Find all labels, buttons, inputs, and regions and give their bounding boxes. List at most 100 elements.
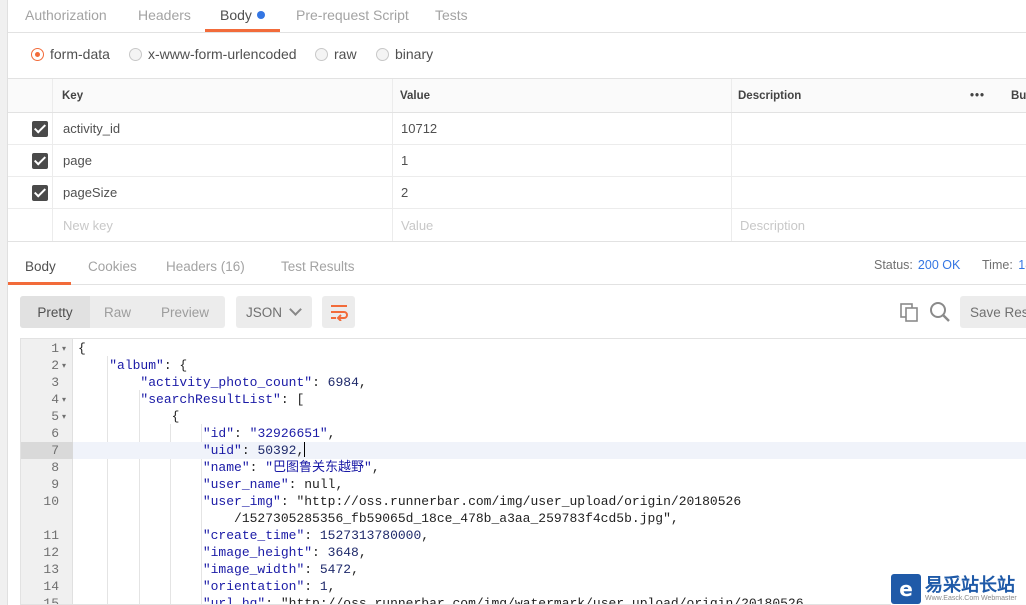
- code-line: 5 ▾ {: [21, 408, 1026, 425]
- param-value[interactable]: 1: [401, 145, 408, 176]
- line-number: 13: [43, 562, 59, 577]
- copy-button[interactable]: [897, 300, 921, 324]
- code-text: {: [78, 409, 180, 424]
- tab-pre-request-script[interactable]: Pre-request Script: [296, 7, 409, 23]
- code-text: "orientation": 1,: [202, 579, 336, 594]
- code-line: 11 "create_time": 1527313780000,: [21, 527, 1026, 544]
- table-row: pageSize 2: [8, 177, 1026, 209]
- radio-raw[interactable]: raw: [315, 46, 357, 62]
- watermark-subtitle: Www.Easck.Com Webmaster: [925, 594, 1017, 602]
- table-row: activity_id 10712: [8, 113, 1026, 145]
- radio-binary[interactable]: binary: [376, 46, 433, 62]
- param-key[interactable]: activity_id: [63, 113, 120, 144]
- code-line: 8 "name": "巴图鲁关东越野",: [21, 459, 1026, 476]
- code-line: /1527305285356_fb59065d_18ce_478b_a3aa_2…: [21, 510, 1026, 527]
- table-row: page 1: [8, 145, 1026, 177]
- param-key[interactable]: pageSize: [63, 177, 117, 208]
- line-number: 12: [43, 545, 59, 560]
- new-description-input[interactable]: Description: [740, 209, 805, 241]
- code-line: 1 ▾{: [21, 340, 1026, 357]
- code-text: {: [78, 341, 86, 356]
- code-line: 15 "url_hq": "http://oss.runnerbar.com/i…: [21, 595, 1026, 605]
- new-key-input[interactable]: New key: [63, 209, 113, 241]
- code-line: 13 "image_width": 5472,: [21, 561, 1026, 578]
- bulk-edit-link[interactable]: Bu: [1011, 79, 1026, 112]
- search-button[interactable]: [928, 300, 952, 324]
- watermark: e 易采站长站 Www.Easck.Com Webmaster: [891, 573, 1026, 605]
- code-line: 7 "uid": 50392,: [21, 442, 1026, 459]
- format-select-value: JSON: [246, 304, 283, 320]
- code-line: 9 "user_name": null,: [21, 476, 1026, 493]
- watermark-logo-icon: e: [891, 574, 921, 604]
- line-number: 14: [43, 579, 59, 594]
- radio-form-data[interactable]: form-data: [31, 46, 110, 62]
- view-pretty-button[interactable]: Pretty: [20, 296, 90, 328]
- tab-headers[interactable]: Headers: [138, 7, 191, 23]
- radio-icon: [315, 47, 328, 61]
- code-text: "activity_photo_count": 6984,: [140, 375, 367, 390]
- line-number: 8: [51, 460, 59, 475]
- response-tab-test-results[interactable]: Test Results: [281, 259, 355, 274]
- fold-toggle-icon[interactable]: ▾: [62, 409, 66, 426]
- view-raw-button[interactable]: Raw: [90, 296, 145, 328]
- row-checkbox[interactable]: [32, 113, 48, 144]
- response-tab-headers[interactable]: Headers (16): [166, 259, 245, 274]
- tab-body-label: Body: [220, 7, 252, 23]
- fold-toggle-icon[interactable]: ▾: [62, 358, 66, 375]
- format-select[interactable]: JSON: [236, 296, 312, 328]
- row-checkbox[interactable]: [32, 145, 48, 176]
- response-tab-body[interactable]: Body: [25, 259, 56, 274]
- new-param-row: New key Value Description: [8, 209, 1026, 241]
- view-mode-switcher: Pretty Raw Preview: [20, 296, 225, 328]
- wrap-lines-button[interactable]: [322, 296, 355, 328]
- code-line: 12 "image_height": 3648,: [21, 544, 1026, 561]
- active-tab-indicator: [205, 29, 280, 32]
- save-response-button[interactable]: Save Resp: [960, 296, 1026, 328]
- response-tab-headers-label: Headers: [166, 259, 218, 274]
- modified-dot-icon: [256, 11, 265, 19]
- tab-authorization[interactable]: Authorization: [25, 7, 107, 23]
- radio-form-data-label: form-data: [50, 46, 110, 62]
- column-header-key: Key: [62, 89, 84, 102]
- line-number: 15: [43, 596, 59, 605]
- radio-raw-label: raw: [334, 46, 357, 62]
- more-options-icon[interactable]: •••: [970, 79, 985, 112]
- response-status: Status: 200 OK: [874, 258, 960, 272]
- code-text: "name": "巴图鲁关东越野",: [202, 460, 380, 475]
- line-number: 10: [43, 494, 59, 509]
- copy-icon: [900, 303, 918, 322]
- code-text: "id": "32926651",: [202, 426, 336, 441]
- new-value-input[interactable]: Value: [401, 209, 433, 241]
- param-key[interactable]: page: [63, 145, 92, 176]
- radio-icon: [129, 47, 142, 61]
- line-number: 11: [43, 528, 59, 543]
- code-line: 2 ▾ "album": {: [21, 357, 1026, 374]
- param-value[interactable]: 10712: [401, 113, 437, 144]
- radio-selected-icon: [31, 47, 44, 61]
- fold-toggle-icon[interactable]: ▾: [62, 341, 66, 358]
- response-code-viewer[interactable]: 1 ▾{2 ▾ "album": {3 "activity_photo_count"…: [20, 338, 1026, 605]
- tab-body[interactable]: Body: [220, 7, 265, 23]
- radio-x-www-form-urlencoded[interactable]: x-www-form-urlencoded: [129, 46, 297, 62]
- view-preview-button[interactable]: Preview: [145, 296, 225, 328]
- line-number: 6: [51, 426, 59, 441]
- response-tab-cookies[interactable]: Cookies: [88, 259, 137, 274]
- params-table: Key Value Description ••• Bu activity_id…: [8, 79, 1026, 241]
- fold-toggle-icon[interactable]: ▾: [62, 392, 66, 409]
- code-text: "url_hq": "http://oss.runnerbar.com/img/…: [202, 596, 804, 605]
- row-checkbox[interactable]: [32, 177, 48, 208]
- time-label: Time:: [982, 258, 1013, 272]
- headers-count-badge: (16): [220, 259, 245, 274]
- code-line: 14 "orientation": 1,: [21, 578, 1026, 595]
- code-text: /1527305285356_fb59065d_18ce_478b_a3aa_2…: [78, 511, 679, 526]
- line-number: [21, 510, 73, 527]
- column-header-value: Value: [400, 89, 431, 102]
- code-text: "searchResultList": [: [140, 392, 305, 407]
- tab-tests[interactable]: Tests: [435, 7, 468, 23]
- window-left-edge: [0, 0, 8, 605]
- time-value: 18: [1018, 258, 1026, 272]
- status-label: Status:: [874, 258, 913, 272]
- param-value[interactable]: 2: [401, 177, 408, 208]
- checkbox-checked-icon: [32, 152, 48, 169]
- code-text: "image_height": 3648,: [202, 545, 367, 560]
